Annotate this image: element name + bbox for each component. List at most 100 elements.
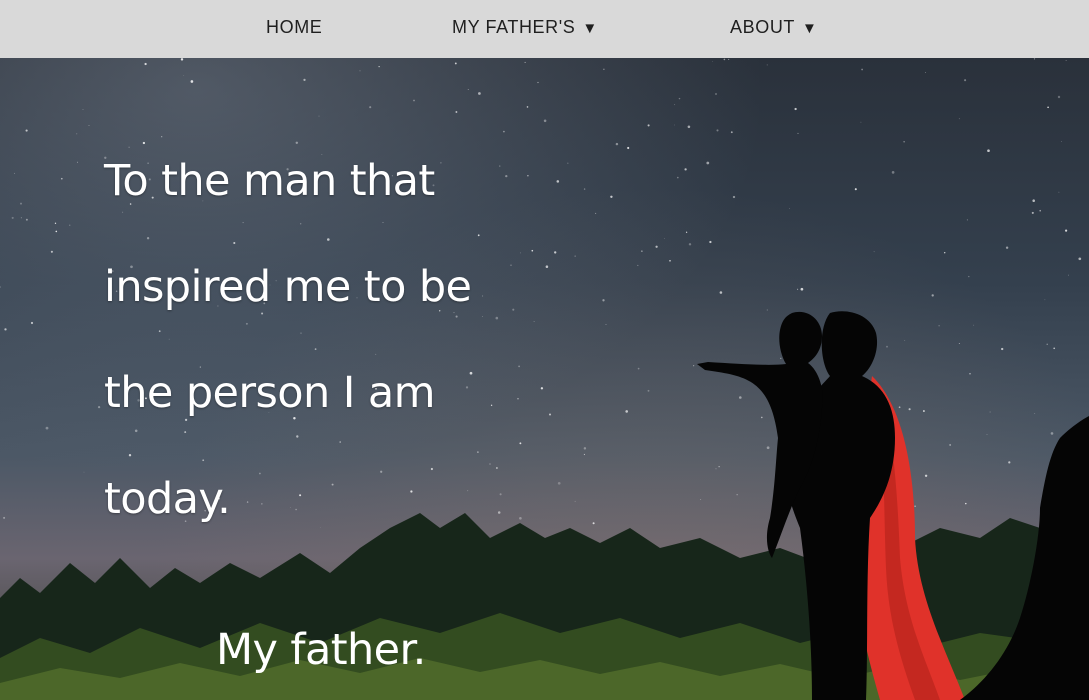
star-dot <box>1060 141 1062 142</box>
star-dot <box>469 371 473 375</box>
star-dot <box>454 62 457 65</box>
star-dot <box>554 251 557 254</box>
star-dot <box>968 275 970 278</box>
star-dot <box>440 162 442 164</box>
star-dot <box>1008 461 1011 464</box>
star-dot <box>678 97 681 100</box>
star-dot <box>625 410 628 413</box>
star-dot <box>854 188 857 191</box>
star-dot <box>637 264 639 266</box>
star-dot <box>295 141 299 145</box>
star-dot <box>54 222 57 224</box>
star-dot <box>518 365 520 368</box>
star-dot <box>556 180 560 183</box>
star-dot <box>299 494 302 497</box>
star-dot <box>602 299 605 302</box>
star-dot <box>789 208 790 209</box>
nav-home-link[interactable]: HOME <box>266 17 322 38</box>
star-dot <box>184 418 188 422</box>
star-dot <box>245 322 248 325</box>
star-dot <box>202 459 205 462</box>
star-dot <box>986 434 988 435</box>
star-dot <box>989 411 991 413</box>
star-dot <box>1039 209 1041 212</box>
star-dot <box>958 343 960 345</box>
star-dot <box>583 453 585 456</box>
star-dot <box>1034 412 1036 414</box>
star-dot <box>627 146 630 150</box>
star-dot <box>327 238 330 241</box>
star-dot <box>1044 299 1046 301</box>
quote-line-4: today. <box>104 474 231 524</box>
star-dot <box>519 442 522 445</box>
star-dot <box>519 516 522 520</box>
star-dot <box>190 80 194 83</box>
star-dot <box>520 252 521 254</box>
star-dot <box>482 315 483 317</box>
star-dot <box>924 474 928 477</box>
star-dot <box>495 467 498 469</box>
star-dot <box>55 230 58 233</box>
signature-text: My father. <box>216 625 426 675</box>
star-dot <box>706 161 710 165</box>
star-dot <box>766 309 768 311</box>
star-dot <box>3 516 6 519</box>
star-dot <box>674 104 676 106</box>
star-dot <box>1078 257 1082 261</box>
star-dot <box>794 107 797 111</box>
star-dot <box>526 106 529 108</box>
chevron-down-icon: ▼ <box>802 20 818 37</box>
star-dot <box>904 340 906 341</box>
star-dot <box>314 348 317 350</box>
star-dot <box>574 255 576 257</box>
star-dot <box>716 129 719 132</box>
star-dot <box>455 111 458 113</box>
star-dot <box>1058 191 1060 193</box>
star-dot <box>736 494 738 496</box>
star-dot <box>168 338 170 340</box>
star-dot <box>949 444 951 446</box>
star-dot <box>860 121 862 123</box>
star-dot <box>465 386 469 389</box>
star-dot <box>712 61 714 62</box>
star-dot <box>259 472 261 475</box>
star-dot <box>684 168 687 171</box>
star-dot <box>605 324 607 326</box>
star-dot <box>700 499 702 500</box>
star-dot <box>1033 58 1036 60</box>
star-dot <box>1050 432 1054 435</box>
star-dot <box>766 446 770 450</box>
star-dot <box>510 264 512 266</box>
nav-about-dropdown[interactable]: ABOUT ▼ <box>730 17 817 38</box>
quote-line-3: the person I am <box>104 368 435 418</box>
star-dot <box>715 468 717 470</box>
star-dot <box>637 367 640 370</box>
star-dot <box>540 387 544 390</box>
star-dot <box>430 467 433 471</box>
star-dot <box>359 70 361 72</box>
star-dot <box>715 93 717 95</box>
star-dot <box>531 249 534 252</box>
star-dot <box>25 218 28 221</box>
star-dot <box>180 58 184 61</box>
star-dot <box>780 357 782 359</box>
star-dot <box>958 118 960 120</box>
star-dot <box>505 174 508 178</box>
star-dot <box>128 146 130 148</box>
star-dot <box>246 501 249 503</box>
star-dot <box>655 245 658 248</box>
star-dot <box>664 238 665 240</box>
star-dot <box>873 251 875 253</box>
star-dot <box>331 483 334 486</box>
star-dot <box>549 413 551 416</box>
star-dot <box>517 398 519 400</box>
star-dot <box>583 188 586 190</box>
star-dot <box>320 526 322 528</box>
star-dot <box>158 330 161 333</box>
star-dot <box>296 435 299 438</box>
star-dot <box>543 119 547 123</box>
star-dot <box>924 72 926 73</box>
star-dot <box>0 286 1 288</box>
nav-my-fathers-dropdown[interactable]: MY FATHER'S ▼ <box>452 17 598 38</box>
star-dot <box>524 61 526 63</box>
